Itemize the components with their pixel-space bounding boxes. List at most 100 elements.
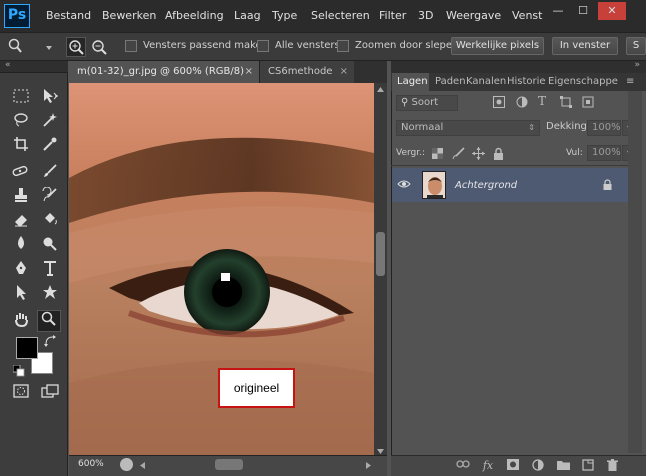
callout-label: origineel <box>218 368 295 408</box>
resize-windows-label: Vensters passend maken <box>143 40 269 51</box>
scrubby-zoom-label: Zoomen door slepen <box>355 40 459 51</box>
filter-type-icon[interactable]: T <box>538 94 550 108</box>
filter-shape-icon[interactable] <box>560 96 572 108</box>
blur-tool-icon[interactable] <box>9 235 33 257</box>
clone-stamp-tool-icon[interactable] <box>9 187 33 209</box>
fx-icon[interactable]: fx <box>480 459 496 472</box>
swap-colors-icon[interactable] <box>44 335 56 347</box>
opacity-input[interactable]: 100% <box>587 120 621 136</box>
history-brush-tool-icon[interactable] <box>38 186 62 209</box>
mask-icon[interactable] <box>505 459 521 473</box>
blend-mode-dropdown[interactable]: Normaal ⇕ <box>396 120 540 136</box>
menu-laag[interactable]: Laag <box>234 0 261 32</box>
all-windows-checkbox[interactable] <box>257 40 269 52</box>
eyedropper-tool-icon[interactable] <box>38 136 62 158</box>
fill-input[interactable]: 100% <box>587 145 621 161</box>
fill-label: Vul: <box>566 148 583 158</box>
panel-menu-icon[interactable]: ≡ <box>626 76 640 88</box>
layer-filter-dropdown[interactable]: ⚲ Soort <box>396 95 458 111</box>
menu-venster[interactable]: Venst <box>512 0 542 32</box>
custom-shape-tool-icon[interactable] <box>38 284 62 306</box>
document-tab-inactive[interactable]: CS6methode × <box>259 61 354 83</box>
expand-icon[interactable]: » <box>634 60 640 70</box>
healing-brush-tool-icon[interactable] <box>9 163 33 185</box>
lock-transparent-icon[interactable] <box>432 148 443 159</box>
lock-position-icon[interactable] <box>472 147 485 160</box>
maximize-button[interactable]: ☐ <box>572 2 594 20</box>
menu-bestand[interactable]: Bestand <box>46 0 91 32</box>
filter-smart-object-icon[interactable] <box>582 96 594 108</box>
adjustment-icon[interactable] <box>530 459 546 474</box>
dodge-tool-icon[interactable] <box>38 235 62 257</box>
screen-mode-icon[interactable] <box>38 383 62 405</box>
panel-scrollbar[interactable] <box>628 91 642 453</box>
document-tab-title: CS6methode <box>268 66 333 77</box>
scroll-up-arrow-icon[interactable] <box>377 85 384 92</box>
scroll-right-arrow-icon[interactable] <box>366 461 372 469</box>
zoom-in-icon[interactable] <box>66 37 86 57</box>
menu-bewerken[interactable]: Bewerken <box>102 0 156 32</box>
scroll-left-arrow-icon[interactable] <box>140 461 146 469</box>
marquee-tool-icon[interactable] <box>9 88 33 110</box>
hand-tool-icon[interactable] <box>9 311 33 333</box>
all-windows-label: Alle vensters <box>275 40 340 51</box>
lasso-tool-icon[interactable] <box>9 112 33 134</box>
document-tab-title: m(01-32)_gr.jpg @ 600% (RGB/8) <box>77 66 245 77</box>
tool-preset-arrow-icon[interactable] <box>46 43 52 50</box>
filter-adjustment-icon[interactable] <box>516 96 528 108</box>
tab-lagen[interactable]: Lagen <box>392 73 429 91</box>
fill-screen-button[interactable]: S <box>626 37 646 55</box>
magic-wand-tool-icon[interactable] <box>38 112 62 134</box>
paint-bucket-tool-icon[interactable] <box>38 211 62 233</box>
quick-mask-icon[interactable] <box>9 383 33 405</box>
status-info-icon[interactable] <box>120 458 133 471</box>
lock-all-icon[interactable] <box>493 147 504 160</box>
zoom-tool-icon[interactable] <box>8 38 22 54</box>
fit-screen-button[interactable]: In venster <box>552 37 618 55</box>
menu-3d[interactable]: 3D <box>418 0 433 32</box>
resize-windows-checkbox[interactable] <box>125 40 137 52</box>
menu-weergave[interactable]: Weergave <box>446 0 501 32</box>
vertical-scroll-thumb[interactable] <box>376 232 385 276</box>
link-icon[interactable] <box>455 459 471 472</box>
tab-historie[interactable]: Historie <box>507 73 546 91</box>
actual-pixels-button[interactable]: Werkelijke pixels <box>451 37 544 55</box>
menu-type[interactable]: Type <box>272 0 297 32</box>
new-layer-icon[interactable] <box>580 459 596 474</box>
path-selection-tool-icon[interactable] <box>9 284 33 306</box>
minimize-button[interactable]: — <box>547 2 569 20</box>
lock-pixels-icon[interactable] <box>452 147 465 160</box>
horizontal-scroll-thumb[interactable] <box>215 459 243 470</box>
type-tool-icon[interactable] <box>38 260 62 282</box>
close-icon[interactable]: × <box>245 61 253 83</box>
layer-name[interactable]: Achtergrond <box>455 180 517 191</box>
panel-dock-header: » <box>391 60 646 73</box>
document-tab-active[interactable]: m(01-32)_gr.jpg @ 600% (RGB/8) × <box>69 61 259 83</box>
zoom-tool-icon-active[interactable] <box>37 310 61 332</box>
trash-icon[interactable] <box>604 459 620 474</box>
brush-tool-icon[interactable] <box>38 163 62 185</box>
zoom-out-icon[interactable] <box>90 38 108 56</box>
eraser-tool-icon[interactable] <box>9 211 33 233</box>
tab-paden[interactable]: Paden <box>435 73 466 91</box>
menu-selecteren[interactable]: Selecteren <box>311 0 370 32</box>
filter-pixel-icon[interactable] <box>493 96 505 108</box>
close-icon[interactable]: × <box>340 61 348 83</box>
menu-afbeelding[interactable]: Afbeelding <box>165 0 224 32</box>
menu-filter[interactable]: Filter <box>379 0 406 32</box>
pen-tool-icon[interactable] <box>9 260 33 282</box>
default-colors-icon[interactable] <box>12 364 25 377</box>
crop-tool-icon[interactable] <box>9 136 33 158</box>
layer-lock-icon <box>603 179 612 190</box>
foreground-color-swatch[interactable] <box>16 337 38 359</box>
eye-icon[interactable] <box>397 180 411 188</box>
tab-eigenschappen[interactable]: Eigenschappe <box>548 73 618 91</box>
tab-kanalen[interactable]: Kanalen <box>466 73 506 91</box>
zoom-level[interactable]: 600% <box>78 459 112 472</box>
move-tool-icon[interactable] <box>38 88 62 110</box>
collapse-icon[interactable]: « <box>5 60 11 70</box>
group-icon[interactable] <box>555 459 571 473</box>
close-window-button[interactable]: ✕ <box>598 2 626 20</box>
scrubby-zoom-checkbox[interactable] <box>337 40 349 52</box>
scroll-down-arrow-icon[interactable] <box>377 447 384 454</box>
